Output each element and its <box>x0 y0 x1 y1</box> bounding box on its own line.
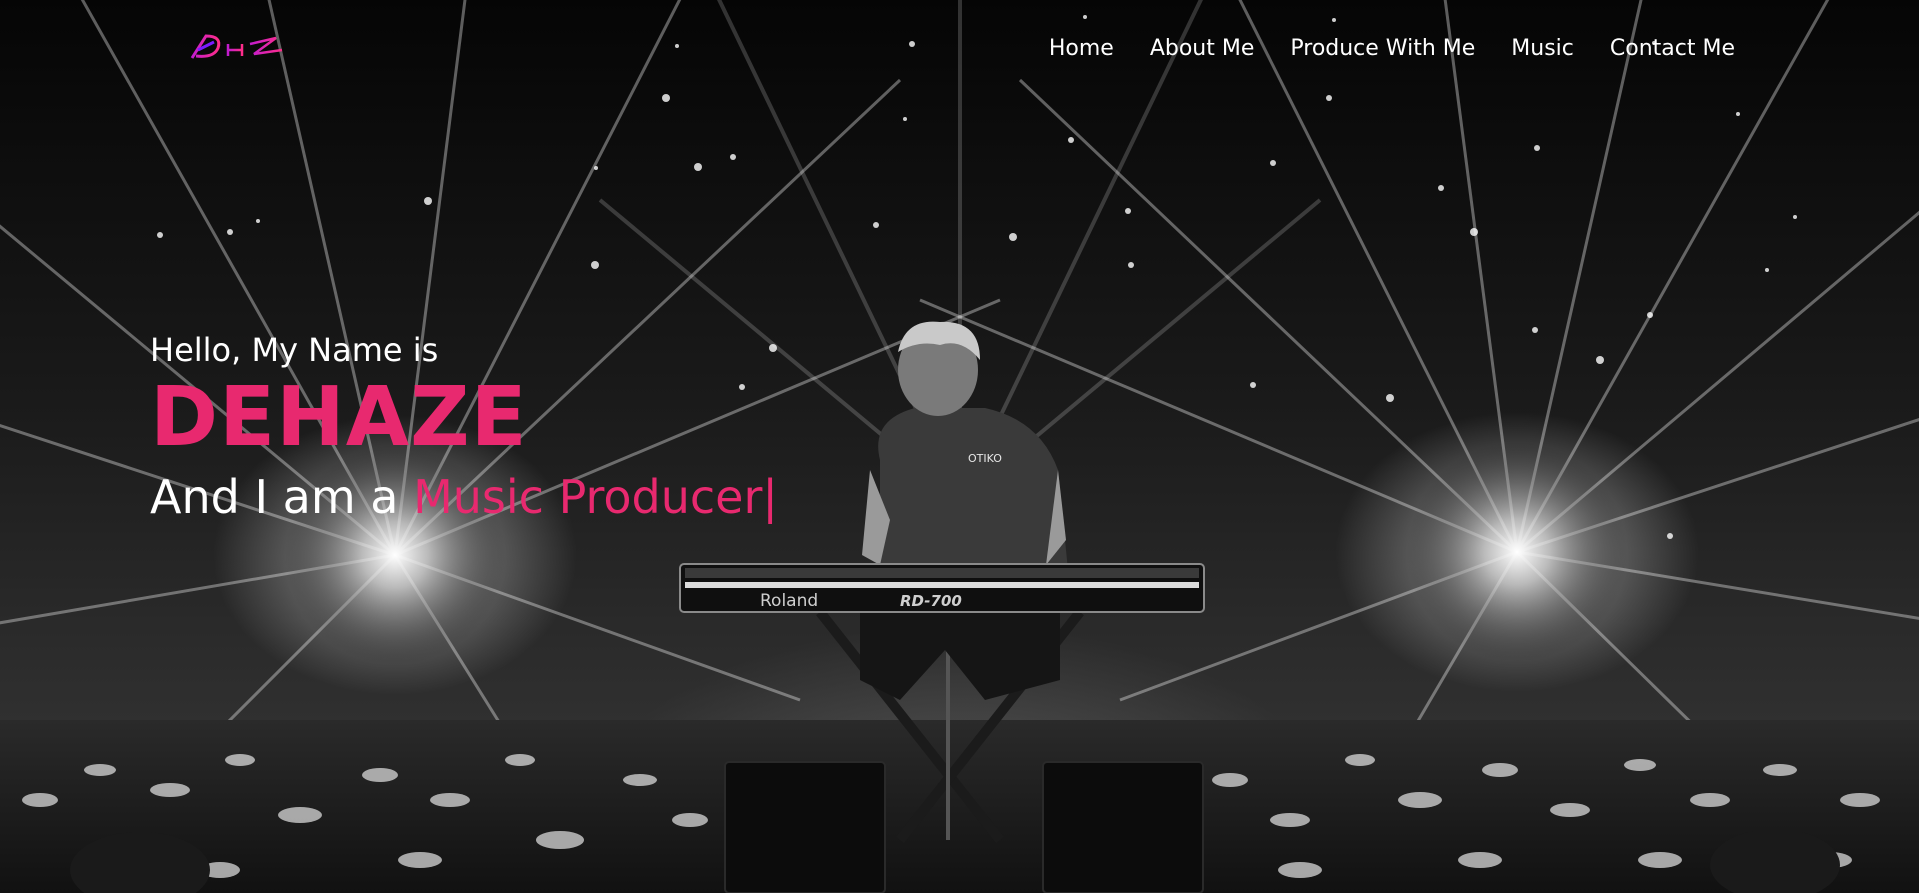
keyboard: Roland RD-700 <box>679 563 1205 613</box>
nav-music[interactable]: Music <box>1511 36 1574 61</box>
nav-about-me[interactable]: About Me <box>1150 36 1255 61</box>
nav-produce-with-me[interactable]: Produce With Me <box>1290 36 1475 61</box>
hero-name: DEHAZE <box>150 370 528 465</box>
hero-role-line: And I am a Music Producer| <box>150 466 778 528</box>
dhz-logo-icon <box>190 34 283 59</box>
spotlight-right <box>1407 442 1627 662</box>
nav-contact-me[interactable]: Contact Me <box>1610 36 1735 61</box>
hero-intro: Hello, My Name is DEHAZE And I am a Musi… <box>150 330 778 528</box>
typing-cursor: | <box>762 470 778 524</box>
top-navbar: Home About Me Produce With Me Music Cont… <box>0 0 1919 100</box>
svg-text:OTIKO: OTIKO <box>968 452 1002 465</box>
hero-section: OTIKO Roland RD-700 Home About Me Produc… <box>0 0 1919 893</box>
hero-greeting: Hello, My Name is <box>150 331 439 369</box>
svg-text:Roland: Roland <box>760 591 818 611</box>
nav-home[interactable]: Home <box>1049 36 1114 61</box>
dhz-logo-icon[interactable] <box>188 30 290 64</box>
nav-links: Home About Me Produce With Me Music Cont… <box>1049 36 1735 61</box>
hero-role-prefix: And I am a <box>150 470 414 524</box>
svg-text:RD-700: RD-700 <box>900 592 962 610</box>
stage-floor <box>0 720 1919 893</box>
hero-role-typed: Music Producer <box>413 470 763 524</box>
performer: OTIKO <box>860 321 1068 700</box>
